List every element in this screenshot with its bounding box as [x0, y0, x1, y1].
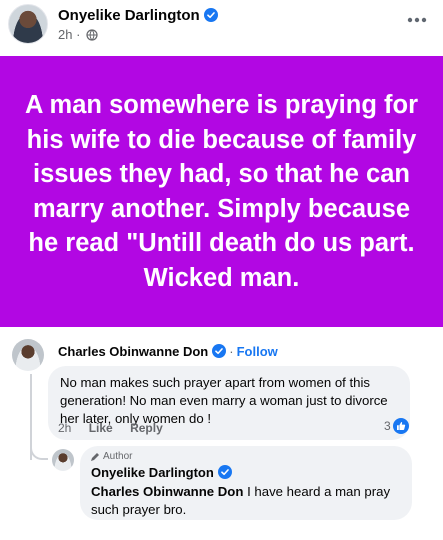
post-header: Onyelike Darlington 2h · — [0, 0, 443, 52]
commenter-name-row: Charles Obinwanne Don · Follow — [58, 344, 278, 359]
author-badge-label: Author — [103, 451, 133, 462]
post-meta: 2h · — [58, 27, 98, 42]
reaction-count[interactable]: 3 — [384, 418, 409, 434]
reply-button[interactable]: Reply — [130, 421, 163, 435]
comment-time[interactable]: 2h — [58, 421, 71, 435]
reply-text: Charles Obinwanne Don I have heard a man… — [91, 483, 401, 519]
reply-author-avatar[interactable] — [52, 449, 74, 471]
post-text-card: A man somewhere is praying for his wife … — [0, 56, 443, 327]
verified-badge-icon — [217, 465, 232, 479]
comment-actions: 2h Like Reply — [58, 421, 177, 435]
commenter-name[interactable]: Charles Obinwanne Don — [58, 344, 208, 359]
reaction-number: 3 — [384, 419, 391, 433]
comment-text: No man makes such prayer apart from wome… — [60, 375, 388, 426]
post-body: A man somewhere is praying for his wife … — [25, 91, 418, 292]
author-avatar[interactable] — [8, 4, 48, 44]
like-button[interactable]: Like — [89, 421, 113, 435]
more-options-icon — [407, 17, 427, 23]
follow-button[interactable]: Follow — [237, 344, 278, 359]
verified-badge-icon — [212, 344, 227, 358]
reply-author-row: Onyelike Darlington — [91, 465, 232, 480]
verified-badge-icon — [203, 8, 218, 22]
reply-author-name[interactable]: Onyelike Darlington — [91, 465, 214, 480]
commenter-avatar[interactable] — [12, 339, 44, 371]
globe-icon — [86, 29, 98, 41]
like-icon — [392, 418, 409, 434]
more-options-button[interactable] — [403, 8, 431, 32]
reply-thread-connector — [30, 440, 48, 460]
reply-mention[interactable]: Charles Obinwanne Don — [91, 484, 243, 499]
post-author-name[interactable]: Onyelike Darlington — [58, 7, 218, 24]
author-badge: Author — [90, 451, 132, 462]
follow-separator: · — [229, 344, 234, 359]
author-badge-icon — [91, 452, 99, 461]
post-time[interactable]: 2h — [58, 27, 72, 42]
